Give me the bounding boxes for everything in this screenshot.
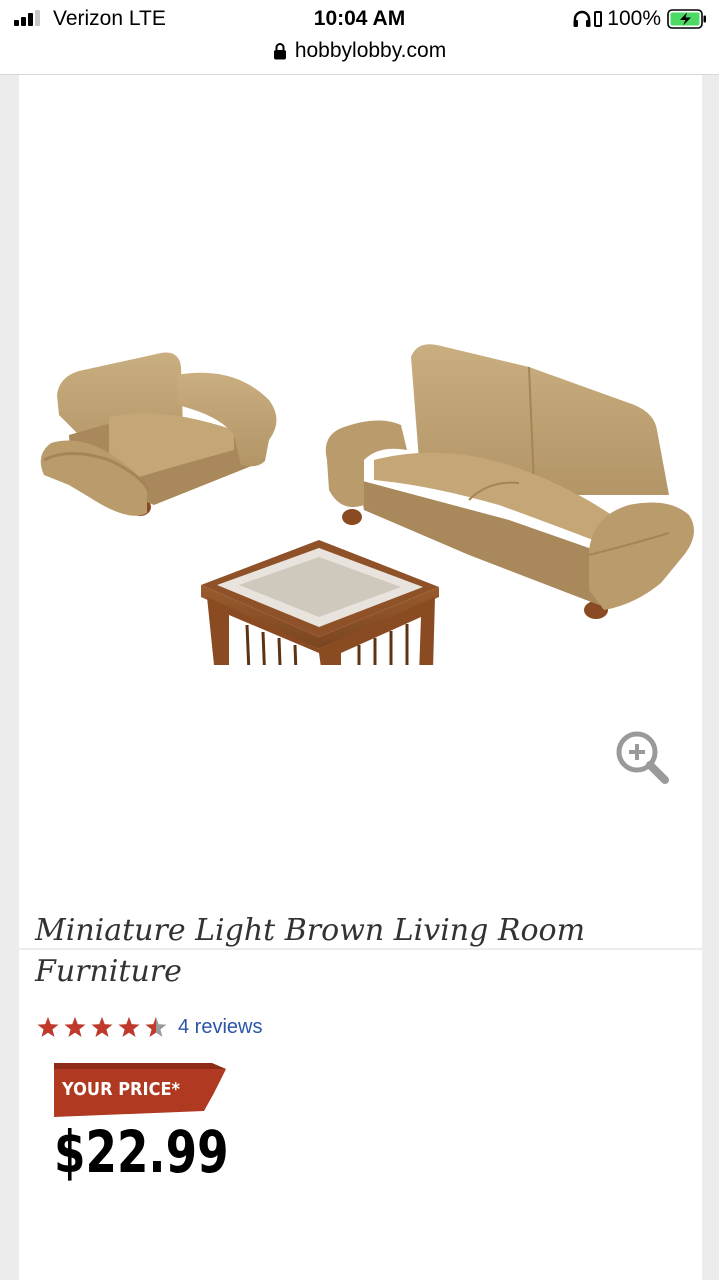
armchair bbox=[40, 352, 277, 516]
battery-charging-icon bbox=[667, 9, 706, 29]
battery-percent: 100% bbox=[607, 7, 661, 30]
status-bar: Verizon LTE 10:04 AM 100% bbox=[0, 0, 719, 40]
product-image-area[interactable] bbox=[19, 75, 702, 948]
rating-row: 4 reviews bbox=[37, 1015, 262, 1039]
product-image[interactable] bbox=[29, 265, 694, 665]
status-right-group: 100% bbox=[572, 7, 707, 31]
price: $22.99 bbox=[54, 1118, 229, 1186]
lock-icon bbox=[273, 43, 286, 60]
headphones-icon bbox=[573, 10, 591, 27]
url-label[interactable]: hobbylobby.com bbox=[295, 39, 446, 63]
star-filled bbox=[91, 1017, 113, 1037]
star-filled bbox=[37, 1017, 59, 1037]
star-rating bbox=[37, 1017, 167, 1037]
orientation-lock-icon bbox=[594, 11, 603, 27]
address-bar[interactable]: hobbylobby.com bbox=[0, 36, 719, 75]
star-filled bbox=[64, 1017, 86, 1037]
zoom-in-icon[interactable] bbox=[615, 730, 671, 786]
price-label: YOUR PRICE* bbox=[61, 1079, 180, 1100]
address-content[interactable]: hobbylobby.com bbox=[273, 39, 446, 63]
coffee-table bbox=[201, 540, 439, 665]
product-title: Miniature Light Brown Living Room Furnit… bbox=[35, 913, 586, 989]
star-filled bbox=[118, 1017, 140, 1037]
reviews-link[interactable]: 4 reviews bbox=[178, 1016, 262, 1039]
